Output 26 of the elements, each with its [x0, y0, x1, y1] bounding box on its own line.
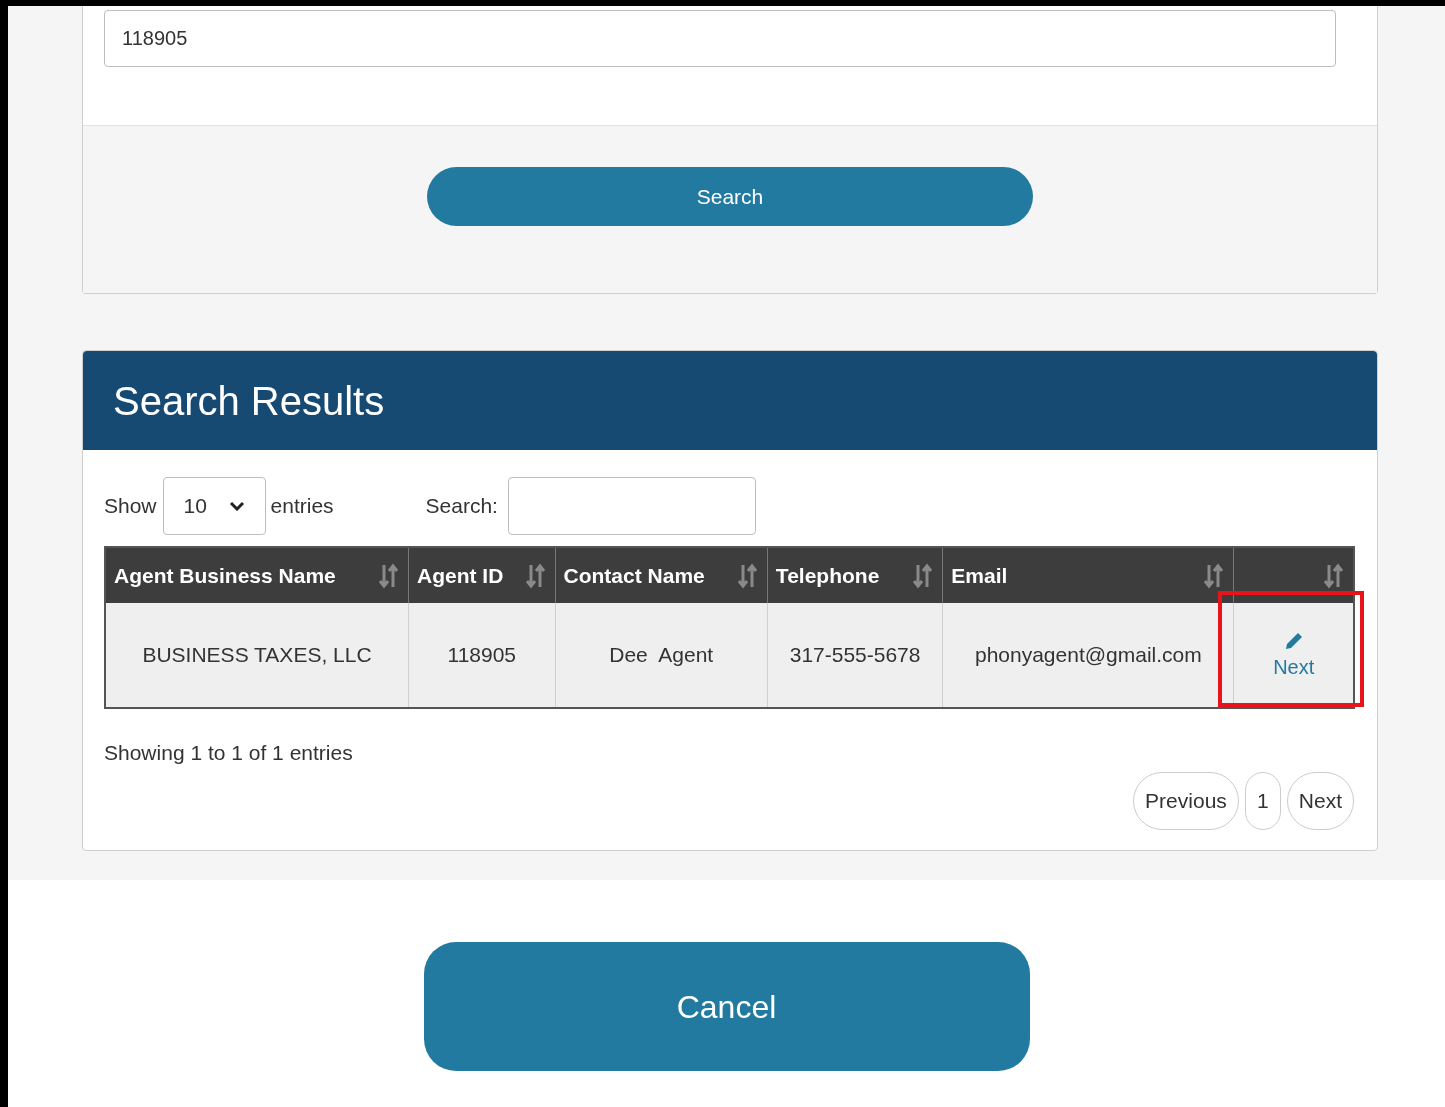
entries-label: entries	[270, 492, 334, 519]
search-button[interactable]: Search	[427, 167, 1033, 226]
results-title: Search Results	[113, 377, 385, 425]
table-info: Showing 1 to 1 of 1 entries	[104, 740, 354, 766]
table-cell: phonyagent@gmail.com	[943, 603, 1235, 707]
pagination-button[interactable]: Next	[1286, 771, 1354, 830]
cancel-button[interactable]: Cancel	[423, 942, 1030, 1071]
agent-id-field[interactable]: 118905	[104, 10, 1336, 67]
filter-field[interactable]	[507, 476, 756, 535]
pagination-button[interactable]: 1	[1244, 771, 1281, 830]
table-cell: BUSINESS TAXES, LLC	[106, 603, 410, 707]
sort-icon	[1323, 562, 1345, 589]
entries-select[interactable]: 10	[162, 476, 266, 535]
table-cell: Dee Agent	[555, 603, 768, 707]
sort-icon	[378, 562, 400, 589]
edit-next-link[interactable]: Next	[1273, 628, 1315, 682]
sort-icon	[524, 562, 547, 589]
table-cell: 118905	[409, 603, 556, 707]
filter-label: Search:	[425, 492, 498, 519]
sort-icon	[736, 562, 759, 589]
show-label: Show	[104, 492, 157, 519]
pagination-button[interactable]: Previous	[1133, 771, 1239, 830]
sort-icon	[912, 562, 935, 589]
sort-icon	[1203, 562, 1226, 589]
chevron-down-icon	[228, 500, 245, 511]
table-cell: 317-555-5678	[767, 603, 944, 707]
